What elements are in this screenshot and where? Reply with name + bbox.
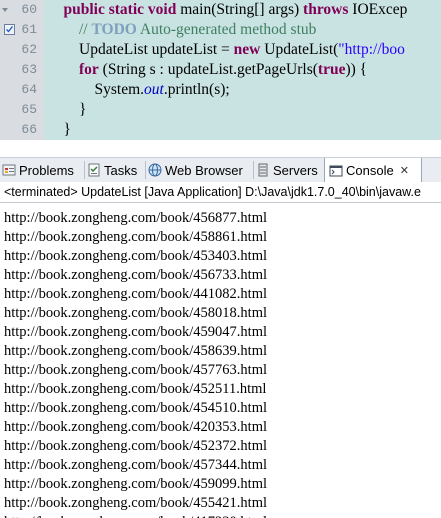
console-output-line: http://book.zongheng.com/book/458639.htm… [4,343,267,359]
console-output-line: http://book.zongheng.com/book/456877.htm… [4,210,267,226]
code-token: UpdateList( [260,41,339,58]
console-output-line: http://book.zongheng.com/book/420353.htm… [4,419,267,435]
console-output-line: http://book.zongheng.com/book/456733.htm… [4,267,267,283]
tasks-icon [87,163,101,177]
code-line[interactable]: for (String s : updateList.getPageUrls(t… [48,60,367,80]
console-output-line: http://book.zongheng.com/book/454510.htm… [4,400,267,416]
console-output-line: http://book.zongheng.com/book/453403.htm… [4,248,267,264]
tab-servers[interactable]: Servers [256,158,322,182]
code-token: .println(s); [163,81,230,98]
console-output-line: http://book.zongheng.com/book/458018.htm… [4,305,267,321]
console-icon [329,164,343,178]
code-token: )) { [345,61,368,78]
web-browser-icon [148,163,162,177]
console-output-line: http://book.zongheng.com/book/441082.htm… [4,286,267,302]
tab-separator [145,161,146,179]
code-token: static [108,1,145,18]
code-token: throws [303,1,349,18]
code-token: out [144,81,164,98]
line-number-gutter: 60 61 62 63 64 65 66 [0,0,44,140]
line-number: 62 [21,42,37,57]
code-token: "http://boo [338,41,405,58]
code-token: void [147,1,177,18]
bottom-view-tab-bar: Problems Tasks Web Browser Servers Conso… [0,157,441,183]
tab-servers-label: Servers [273,162,318,178]
console-output-line: http://book.zongheng.com/book/458861.htm… [4,229,267,245]
code-token: main(String[] args) [176,1,304,18]
tab-tasks-label: Tasks [104,162,138,178]
code-token: } [48,121,71,138]
console-output-line: http://book.zongheng.com/book/452511.htm… [4,381,267,397]
tab-web-browser[interactable]: Web Browser [148,158,251,182]
console-output-line: http://book.zongheng.com/book/455421.htm… [4,495,267,511]
code-line[interactable]: } [48,120,71,140]
code-line[interactable]: } [48,100,86,120]
line-number: 65 [21,102,37,117]
code-token: (String s : updateList.getPageUrls( [98,61,318,78]
console-output-line: http://book.zongheng.com/book/417230.htm… [4,513,267,518]
code-editor[interactable]: 60 61 62 63 64 65 66 public static void main(S… [0,0,441,140]
console-output-line: http://book.zongheng.com/book/457344.htm… [4,457,267,473]
tab-tasks[interactable]: Tasks [87,158,143,182]
console-status-line: <terminated> UpdateList [Java Applicatio… [0,182,441,203]
tab-problems-label: Problems [19,162,74,178]
tab-separator [253,161,254,179]
line-number: 63 [21,62,37,77]
tab-web-browser-label: Web Browser [165,162,243,178]
code-token: public [63,1,105,18]
code-token: // [79,21,92,38]
tab-console[interactable]: Console ✕ [324,158,422,183]
tab-separator [84,161,85,179]
task-marker-icon[interactable] [4,24,15,35]
servers-icon [256,163,270,177]
line-number: 64 [21,82,37,97]
console-output-line: http://book.zongheng.com/book/457763.htm… [4,362,267,378]
collapse-arrow-icon[interactable] [1,0,9,20]
console-output[interactable]: http://book.zongheng.com/book/456877.htm… [0,204,441,518]
tab-console-label: Console [346,163,394,178]
code-line[interactable]: // TODO Auto-generated method stub [48,20,316,40]
code-area[interactable]: public static void main(String[] args) t… [44,0,441,140]
code-line[interactable]: UpdateList updateList = new UpdateList("… [48,40,405,60]
code-token: TODO [91,21,137,38]
code-token: UpdateList updateList = [48,41,234,58]
code-token: new [233,41,261,58]
console-output-line: http://book.zongheng.com/book/459047.htm… [4,324,267,340]
close-icon[interactable]: ✕ [400,164,409,177]
code-token: true [317,61,346,78]
line-number: 66 [21,122,37,137]
tab-problems[interactable]: Problems [2,158,82,182]
code-line[interactable]: System.out.println(s); [48,80,230,100]
code-token: System. [48,81,145,98]
code-token: IOExcep [348,1,408,18]
code-token: for [79,61,99,78]
code-token: } [48,101,87,118]
console-output-line: http://book.zongheng.com/book/452372.htm… [4,438,267,454]
console-output-line: http://book.zongheng.com/book/459099.htm… [4,476,267,492]
problems-icon [2,163,16,177]
code-token: Auto-generated method stub [136,21,317,38]
code-line[interactable]: public static void main(String[] args) t… [48,0,408,20]
